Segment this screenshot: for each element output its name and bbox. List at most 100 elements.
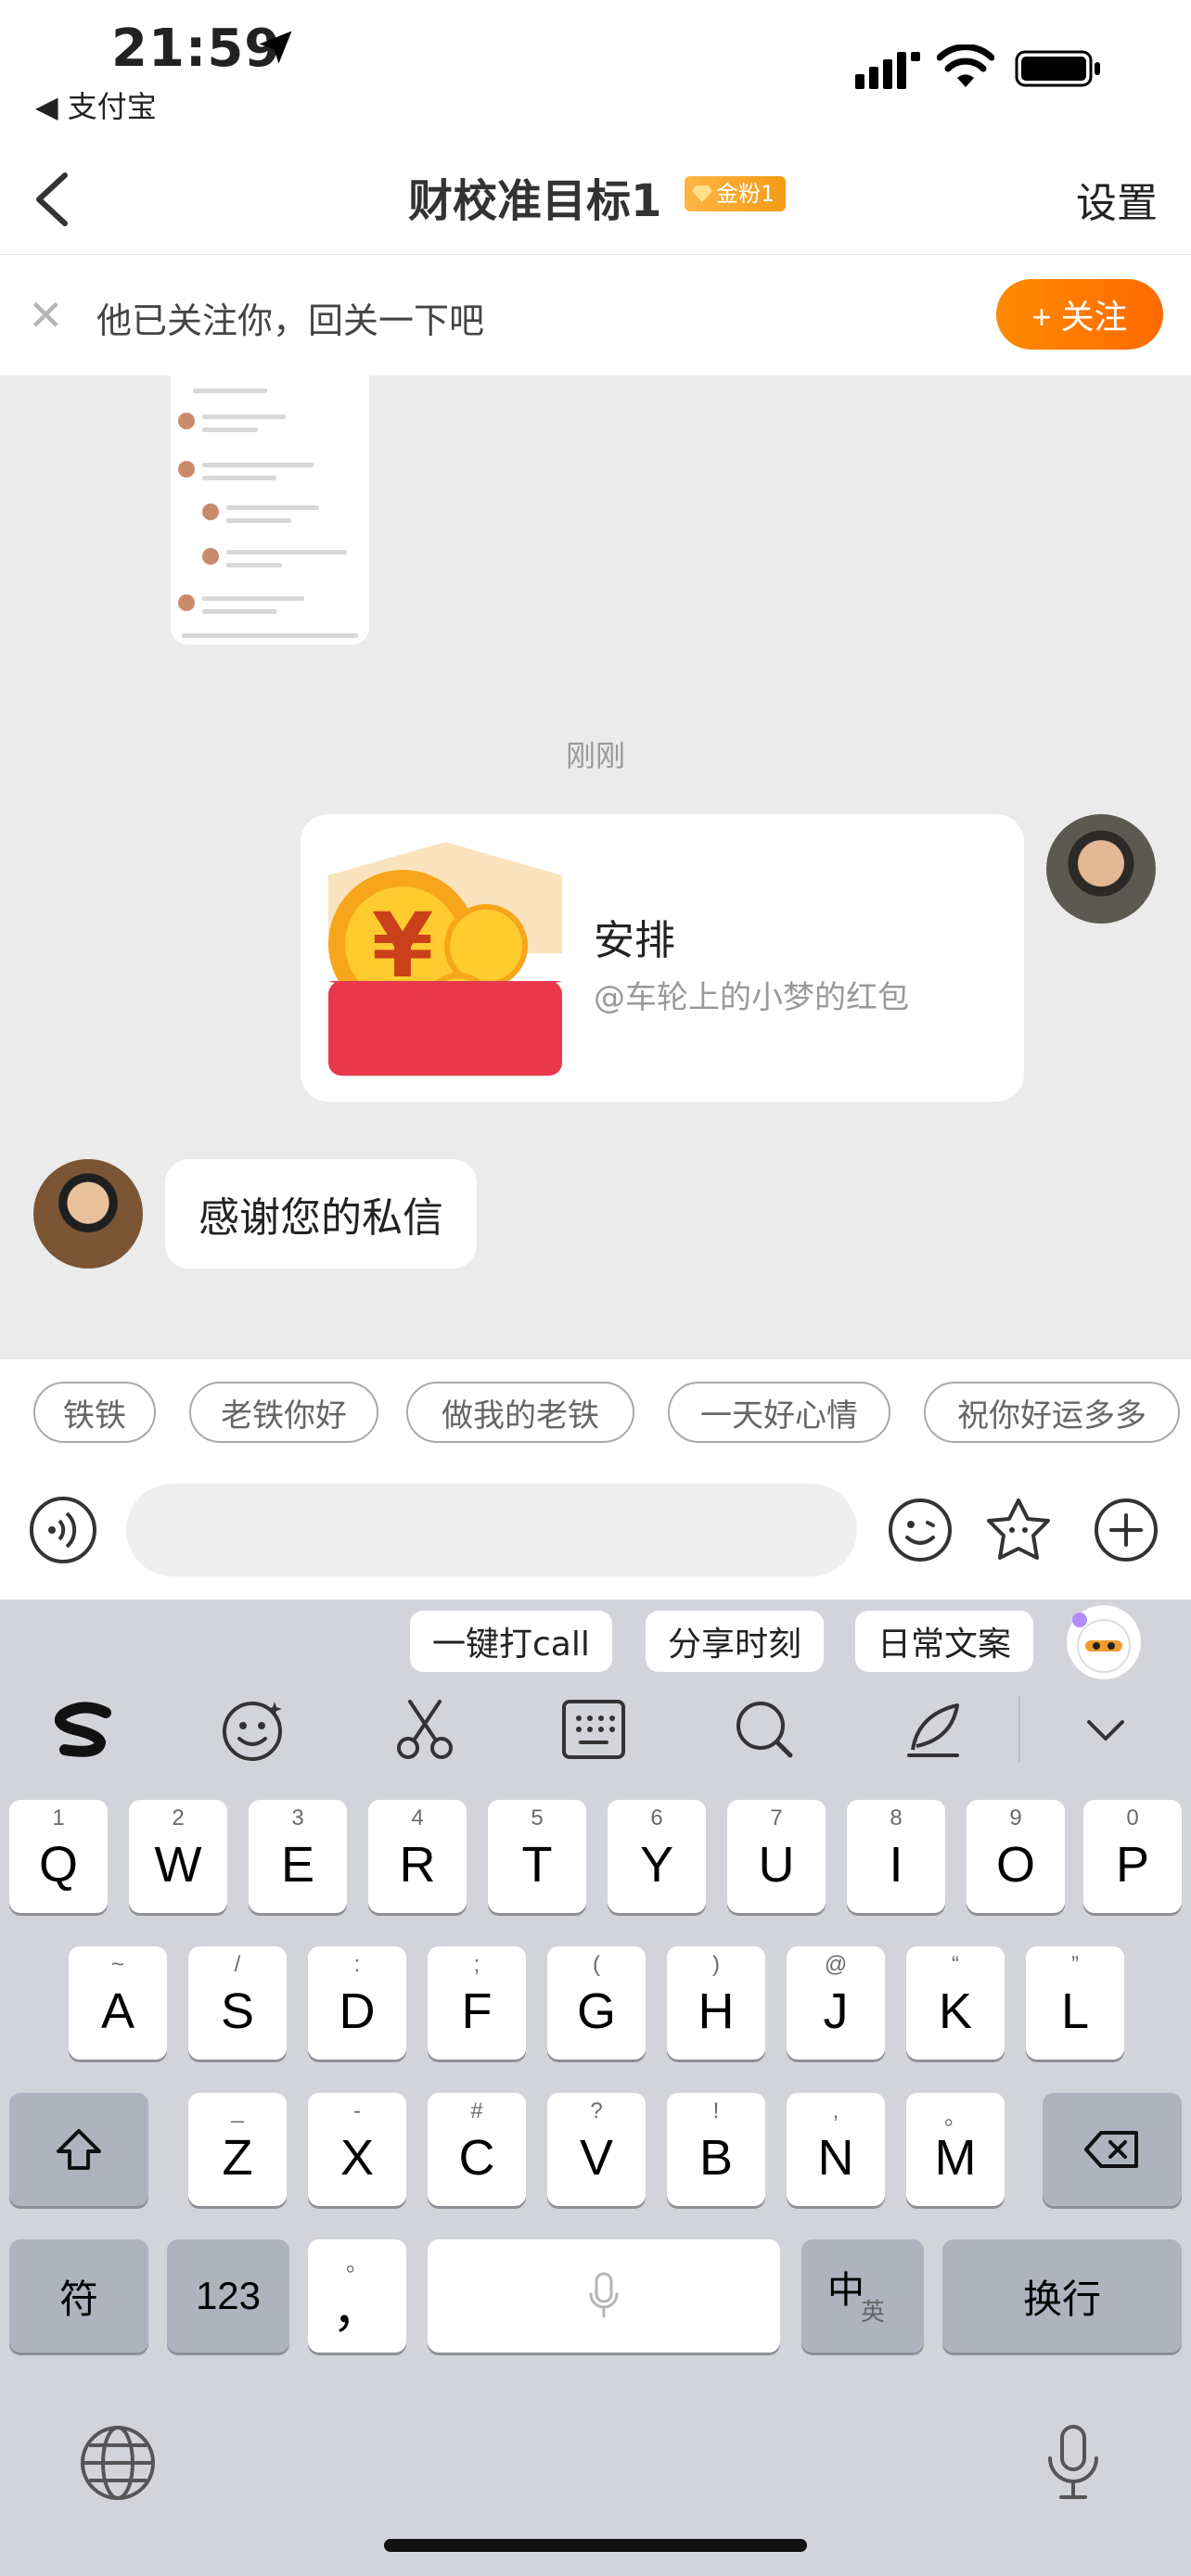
fan-badge: 金粉1 <box>685 176 787 211</box>
shift-key[interactable] <box>9 2093 148 2206</box>
red-packet-icon: ¥ <box>328 842 562 1076</box>
search-icon[interactable] <box>727 1692 801 1766</box>
screenshot-image-message[interactable] <box>171 376 369 644</box>
back-chevron-icon[interactable] <box>26 160 82 235</box>
key-x[interactable]: -X <box>308 2093 406 2206</box>
key-alt-label: 3 <box>291 1805 304 1830</box>
chat-header: 财校准目标1 金粉1 设置 <box>0 144 1191 255</box>
message-input-row <box>0 1465 1191 1600</box>
red-packet-message[interactable]: ¥ 安排 @车轮上的小梦的红包 <box>301 814 1024 1102</box>
key-y[interactable]: 6Y <box>608 1800 706 1913</box>
key-u[interactable]: 7U <box>727 1800 826 1913</box>
emoji-icon[interactable] <box>885 1495 955 1565</box>
key-g[interactable]: (G <box>547 1946 646 2060</box>
key-t[interactable]: 5T <box>488 1800 586 1913</box>
quick-reply-chip[interactable]: 一天好心情 <box>668 1382 890 1443</box>
key-j[interactable]: @ J <box>787 1946 885 2060</box>
home-indicator[interactable] <box>384 2539 807 2552</box>
thumb-line <box>226 550 347 555</box>
chat-area: 刚刚 ¥ 安排 @车轮上的小梦的红包 感谢您的私信 <box>0 376 1191 1358</box>
key-o[interactable]: 9O <box>967 1800 1065 1913</box>
enter-key[interactable]: 换行 <box>942 2239 1182 2353</box>
key-m[interactable]: 。 M <box>906 2093 1005 2206</box>
contact-avatar[interactable] <box>33 1159 143 1269</box>
settings-button[interactable]: 设置 <box>1076 170 1158 229</box>
key-alt-label: ? <box>590 2098 603 2123</box>
quick-reply-chip[interactable]: 祝你好运多多 <box>924 1382 1180 1443</box>
keyboard-icon[interactable] <box>557 1692 631 1766</box>
globe-icon[interactable] <box>76 2421 160 2505</box>
key-s[interactable]: / S <box>188 1946 287 2060</box>
keyboard: 一键打call 分享时刻 日常文案 1 Q 2 W 3 E 4 R 5 T 6 … <box>0 1600 1191 2576</box>
quick-reply-chip[interactable]: 老铁你好 <box>189 1382 378 1443</box>
numbers-key[interactable]: 123 <box>167 2239 289 2353</box>
key-alt-label: 9 <box>1009 1805 1022 1830</box>
key-label: H <box>698 1983 735 2039</box>
key-label: S <box>220 1983 255 2039</box>
key-l[interactable]: ” L <box>1026 1946 1124 2060</box>
key-label: Y <box>639 1837 674 1893</box>
symbols-key[interactable]: 符 <box>9 2239 148 2353</box>
key-n[interactable]: ,N <box>787 2093 885 2206</box>
incoming-message-bubble[interactable]: 感谢您的私信 <box>165 1159 477 1269</box>
key-r[interactable]: 4R <box>368 1800 467 1913</box>
key-d[interactable]: :D <box>308 1946 406 2060</box>
key-label: Q <box>38 1837 78 1893</box>
kb-suggestion[interactable]: 一键打call <box>410 1611 612 1672</box>
comma-key[interactable]: 。， <box>308 2239 406 2353</box>
emoji-icon[interactable] <box>215 1692 289 1766</box>
dictation-microphone-icon[interactable] <box>1031 2421 1115 2505</box>
message-input[interactable] <box>126 1484 857 1576</box>
key-q[interactable]: 1Q <box>9 1800 108 1913</box>
cellular-signal-icon <box>855 52 920 89</box>
sogou-logo-icon[interactable] <box>46 1692 121 1766</box>
quick-reply-chip[interactable]: 铁铁 <box>33 1382 156 1443</box>
thumb-line <box>182 633 358 638</box>
key-k[interactable]: “K <box>906 1946 1005 2060</box>
key-label: K <box>938 1983 973 2039</box>
key-p[interactable]: 0P <box>1083 1800 1182 1913</box>
toolbar-divider <box>1018 1696 1020 1763</box>
key-i[interactable]: 8I <box>847 1800 945 1913</box>
key-label: N <box>817 2130 854 2186</box>
red-packet-subtitle: @车轮上的小梦的红包 <box>594 979 909 1016</box>
follow-button[interactable]: + 关注 <box>996 279 1163 350</box>
key-alt-label: ; <box>473 1952 480 1977</box>
sticker-icon[interactable] <box>983 1495 1054 1565</box>
keyboard-mascot-icon[interactable] <box>1067 1605 1141 1679</box>
chevron-down-icon[interactable] <box>1069 1692 1143 1766</box>
voice-input-icon[interactable] <box>28 1495 98 1565</box>
key-z[interactable]: _ Z <box>188 2093 287 2206</box>
key-h[interactable]: ) H <box>667 1946 765 2060</box>
back-to-app-link[interactable]: ◀ 支付宝 <box>35 83 157 126</box>
pen-icon[interactable] <box>896 1692 970 1766</box>
space-key[interactable] <box>428 2239 780 2353</box>
key-alt-label: 6 <box>650 1805 663 1830</box>
close-icon[interactable]: ✕ <box>28 290 64 340</box>
key-alt-label: 4 <box>411 1805 424 1830</box>
key-alt-label: , <box>832 2098 839 2123</box>
thumb-line <box>226 563 282 567</box>
my-avatar[interactable] <box>1046 814 1156 924</box>
key-label: I <box>889 1837 903 1893</box>
key-v[interactable]: ? V <box>547 2093 646 2206</box>
fan-badge-label: 金粉1 <box>716 181 775 207</box>
key-b[interactable]: ! B <box>667 2093 765 2206</box>
key-f[interactable]: ; F <box>428 1946 526 2060</box>
key-w[interactable]: 2W <box>129 1800 227 1913</box>
key-alt-label: _ <box>231 2098 244 2123</box>
key-alt-label: 1 <box>52 1805 65 1830</box>
scissors-icon[interactable] <box>388 1692 462 1766</box>
kb-suggestion[interactable]: 分享时刻 <box>646 1611 825 1672</box>
plus-icon[interactable] <box>1091 1495 1161 1565</box>
key-a[interactable]: ~ A <box>69 1946 167 2060</box>
backspace-key[interactable] <box>1043 2093 1182 2206</box>
kb-suggestion[interactable]: 日常文案 <box>855 1611 1034 1672</box>
key-alt-label: 。 <box>944 2105 967 2130</box>
key-c[interactable]: # C <box>428 2093 526 2206</box>
language-switch-key[interactable]: 中 英 <box>801 2239 924 2353</box>
thumb-avatar <box>178 461 195 478</box>
key-label: A <box>100 1983 135 2039</box>
key-e[interactable]: 3E <box>249 1800 347 1913</box>
quick-reply-chip[interactable]: 做我的老铁 <box>406 1382 634 1443</box>
